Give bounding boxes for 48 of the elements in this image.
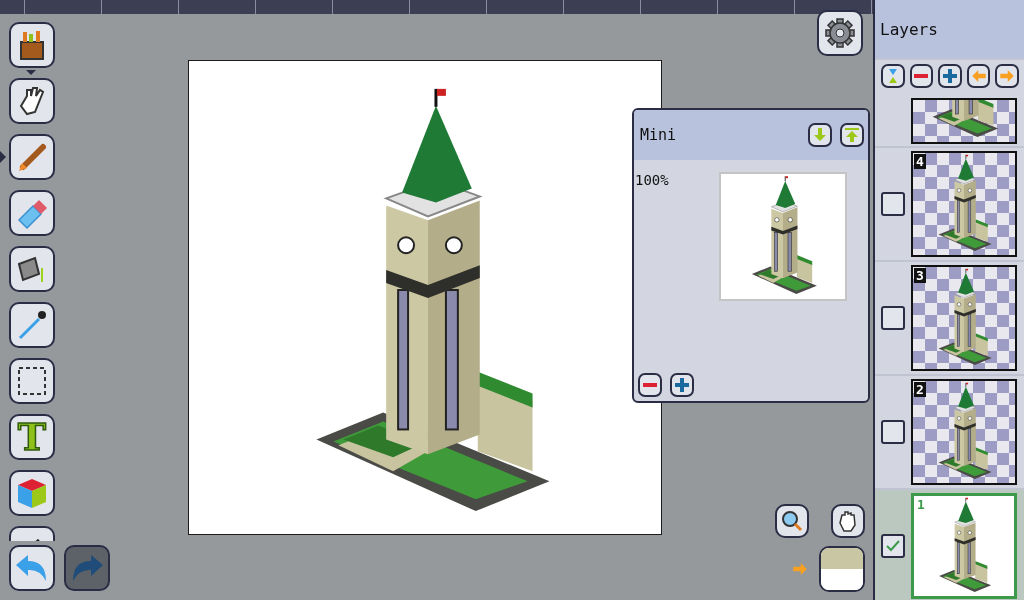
layer-thumbnail[interactable]: 4 [911,151,1017,257]
undo-button[interactable] [9,545,55,591]
cube-icon [15,476,49,510]
layer-number: 1 [915,497,927,512]
text-tool-label: T [17,418,47,456]
color-swatch[interactable] [819,546,865,592]
selection-tool[interactable] [9,358,55,404]
fill-tool[interactable] [9,246,55,292]
remove-layer-button[interactable] [909,64,934,88]
dock-down-button[interactable] [808,123,832,147]
eyedropper-tool[interactable] [9,302,55,348]
shape-tool[interactable] [9,470,55,516]
magnifier-icon [780,509,804,533]
layer-thumbnail[interactable] [911,98,1017,144]
panel-title: Layers [880,19,938,39]
thumbnail-tower-drawing [932,100,999,137]
move-layer-right-button[interactable] [995,64,1019,88]
layer-thumbnail[interactable]: 3 [911,265,1017,371]
panel-title: Mini [640,126,678,144]
merge-layers-button[interactable] [881,64,905,88]
dock-up-button[interactable] [840,123,864,147]
layer-checkbox[interactable] [881,192,905,216]
layer-number: 2 [914,382,926,397]
move-layer-left-button[interactable] [966,64,991,88]
paint-set-tool[interactable] [9,22,55,68]
add-layer-button[interactable] [938,64,962,88]
brush-tool[interactable] [9,134,55,180]
selection-icon [15,364,49,398]
zoom-level: 100% [635,172,670,188]
plus-icon [674,377,690,393]
down-arrow-icon [812,127,828,143]
settings-button[interactable] [817,10,863,56]
zoom-button[interactable] [775,504,809,538]
layer-checkbox[interactable] [881,420,905,444]
top-arrow-icon [844,127,860,143]
layer-number: 4 [914,154,926,169]
zoom-in-button[interactable] [670,373,694,397]
layer-number: 3 [914,268,926,283]
layer-checkbox[interactable] [881,306,905,330]
zoom-out-button[interactable] [638,373,662,397]
layer-thumbnail[interactable]: 2 [911,379,1017,485]
layer-checkbox[interactable] [881,534,905,558]
plus-icon [942,68,958,84]
pan-button[interactable] [831,504,865,538]
eraser-tool[interactable] [9,190,55,236]
layer-thumbnail[interactable]: 1 [911,493,1017,599]
hand-tool[interactable] [9,78,55,124]
checkmark-icon [885,538,901,554]
